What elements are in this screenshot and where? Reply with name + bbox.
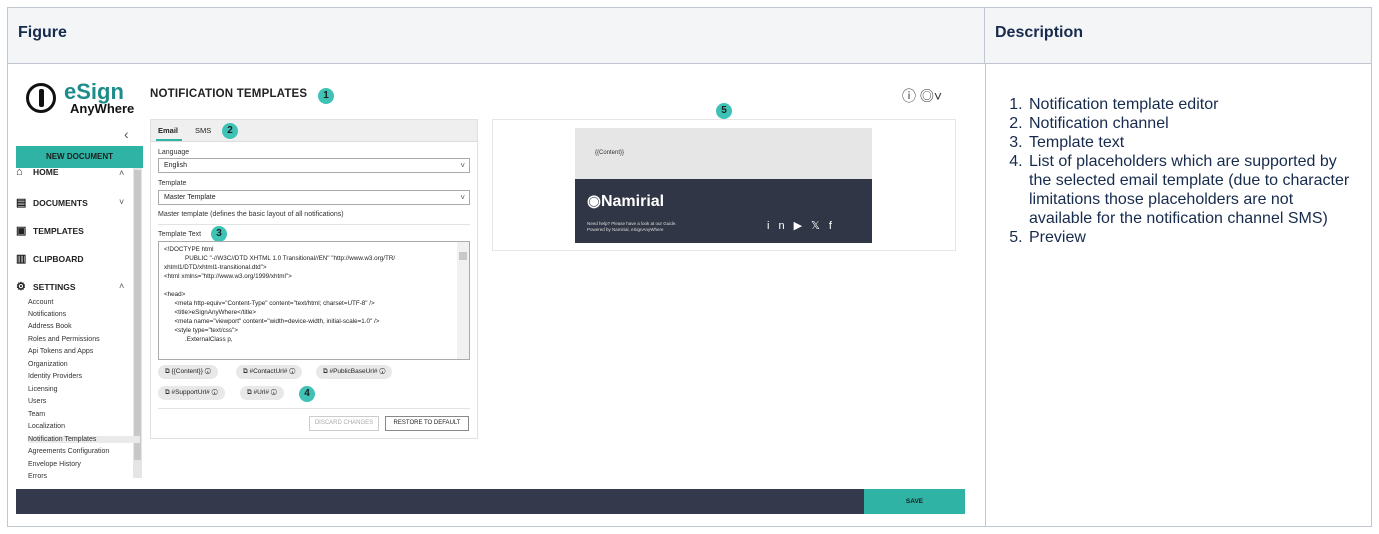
namirial-logo: ◉Namirial	[587, 193, 665, 210]
chevron-up-icon[interactable]: ˄	[119, 168, 124, 178]
gear-icon: ⚙	[16, 281, 26, 293]
nav-clipboard[interactable]: ▥ CLIPBOARD	[16, 252, 84, 265]
template-description: Master template (defines the basic layou…	[158, 211, 344, 218]
template-label: Template	[158, 180, 187, 187]
chevron-down-icon: ˅	[460, 161, 465, 170]
description-item: Notification template editor	[1027, 95, 1355, 114]
tab-email[interactable]: Email	[155, 126, 183, 141]
linkedin-icon: in	[767, 220, 794, 232]
settings-item-account[interactable]: Account	[28, 299, 53, 306]
clipboard-icon: ▥	[16, 253, 27, 265]
settings-item-organization[interactable]: Organization	[28, 361, 68, 368]
template-text-area[interactable]: <!DOCTYPE html PUBLIC "-//W3C//DTD XHTML…	[158, 241, 470, 360]
template-select[interactable]: Master Template ˅	[158, 190, 470, 205]
code-scrollbar[interactable]	[457, 242, 469, 359]
nav-label: TEMPLATES	[33, 226, 84, 236]
nav-home[interactable]: ⌂ HOME	[16, 166, 59, 178]
header-icons: ⓘ ◎˅	[902, 86, 942, 106]
divider	[158, 408, 470, 409]
nav-templates[interactable]: ▣ TEMPLATES	[16, 224, 84, 237]
chevron-down-icon: ˅	[460, 193, 465, 202]
callout-badge: 2	[222, 123, 238, 139]
channel-tabs: Email SMS 2	[151, 120, 477, 142]
user-account-icon[interactable]: ◎˅	[920, 88, 942, 104]
settings-item-notifications[interactable]: Notifications	[28, 311, 66, 318]
bottom-action-bar	[16, 489, 864, 514]
language-label: Language	[158, 149, 190, 156]
settings-item-notification-templates[interactable]: Notification Templates	[28, 436, 140, 443]
settings-item-identity-providers[interactable]: Identity Providers	[28, 373, 82, 380]
figure-header: Figure	[8, 8, 985, 64]
nav-settings[interactable]: ⚙ SETTINGS	[16, 280, 76, 293]
settings-item-api-tokens[interactable]: Api Tokens and Apps	[28, 348, 93, 355]
settings-item-licensing[interactable]: Licensing	[28, 386, 58, 393]
template-preview: {{Content}} ◉Namirial Need help? Please …	[492, 119, 956, 251]
help-icon[interactable]: ⓘ	[902, 88, 916, 104]
scrollbar-thumb[interactable]	[134, 170, 141, 460]
nav-label: SETTINGS	[33, 282, 76, 292]
template-text-label: Template Text	[158, 231, 202, 238]
app-screenshot: eSign AnyWhere ‹ NEW DOCUMENT ⌂ HOME ˄ ▤ D…	[16, 78, 966, 514]
callout-badge: 1	[318, 88, 334, 104]
placeholder-chip[interactable]: ⧉ {{Content}} ⓘ	[158, 365, 218, 379]
template-icon: ▣	[16, 225, 27, 237]
chevron-up-icon[interactable]: ˄	[119, 281, 124, 291]
description-item: Template text	[1027, 133, 1355, 152]
placeholder-chip[interactable]: ⧉ #Url# ⓘ	[240, 386, 284, 400]
settings-item-roles[interactable]: Roles and Permissions	[28, 336, 100, 343]
divider	[158, 224, 470, 225]
callout-badge: 3	[211, 226, 227, 242]
facebook-icon: f	[828, 220, 841, 232]
nav-label: CLIPBOARD	[33, 254, 84, 264]
settings-item-address-book[interactable]: Address Book	[28, 323, 72, 330]
new-document-button[interactable]: NEW DOCUMENT	[16, 146, 143, 168]
template-editor: Email SMS 2 Language English ˅ Template M…	[150, 119, 478, 439]
page-title: NOTIFICATION TEMPLATES	[150, 88, 308, 100]
description-header: Description	[985, 8, 1371, 64]
description-list: Notification template editor Notificatio…	[995, 95, 1355, 247]
scrollbar-thumb[interactable]	[459, 252, 467, 260]
nav-label: DOCUMENTS	[33, 198, 88, 208]
social-icons: in▶𝕏f	[767, 219, 841, 232]
placeholder-chip[interactable]: ⧉ #PublicBaseUrl# ⓘ	[316, 365, 393, 379]
nav-documents[interactable]: ▤ DOCUMENTS	[16, 196, 88, 209]
column-divider	[985, 64, 986, 526]
preview-help-text: Need help? Please have a look at our Gui…	[587, 221, 677, 232]
placeholder-chip[interactable]: ⧉ #ContactUrl# ⓘ	[236, 365, 303, 379]
power-icon	[26, 83, 56, 113]
preview-content-placeholder: {{Content}}	[595, 150, 625, 156]
save-button[interactable]: SAVE	[864, 489, 965, 514]
callout-badge: 4	[299, 386, 315, 402]
discard-changes-button[interactable]: DISCARD CHANGES	[309, 416, 379, 431]
settings-item-envelope-history[interactable]: Envelope History	[28, 461, 81, 468]
document-icon: ▤	[16, 197, 27, 209]
chevron-down-icon[interactable]: ˅	[119, 197, 124, 207]
collapse-sidebar-icon[interactable]: ‹	[124, 126, 129, 142]
settings-item-errors[interactable]: Errors	[28, 473, 47, 480]
settings-item-localization[interactable]: Localization	[28, 423, 65, 430]
template-value: Master Template	[164, 194, 216, 201]
settings-item-users[interactable]: Users	[28, 398, 46, 405]
nav-label: HOME	[33, 167, 59, 177]
x-icon: 𝕏	[811, 220, 829, 232]
settings-item-team[interactable]: Team	[28, 411, 45, 418]
preview-content-area: {{Content}}	[575, 128, 872, 179]
preview-footer: ◉Namirial Need help? Please have a look …	[575, 179, 872, 243]
description-item: Notification channel	[1027, 114, 1355, 133]
language-value: English	[164, 162, 187, 169]
sidebar-scrollbar[interactable]	[133, 158, 142, 478]
tab-sms[interactable]: SMS	[195, 126, 211, 135]
placeholder-chip[interactable]: ⧉ #SupportUrl# ⓘ	[158, 386, 225, 400]
callout-badge: 5	[716, 103, 732, 119]
esign-logo[interactable]: eSign AnyWhere	[26, 79, 148, 127]
language-select[interactable]: English ˅	[158, 158, 470, 173]
home-icon: ⌂	[16, 166, 23, 178]
description-item: List of placeholders which are supported…	[1027, 152, 1355, 228]
settings-item-agreements[interactable]: Agreements Configuration	[28, 448, 109, 455]
restore-default-button[interactable]: RESTORE TO DEFAULT	[385, 416, 469, 431]
description-item: Preview	[1027, 228, 1355, 247]
youtube-icon: ▶	[793, 220, 812, 232]
logo-subtext: AnyWhere	[70, 101, 135, 116]
